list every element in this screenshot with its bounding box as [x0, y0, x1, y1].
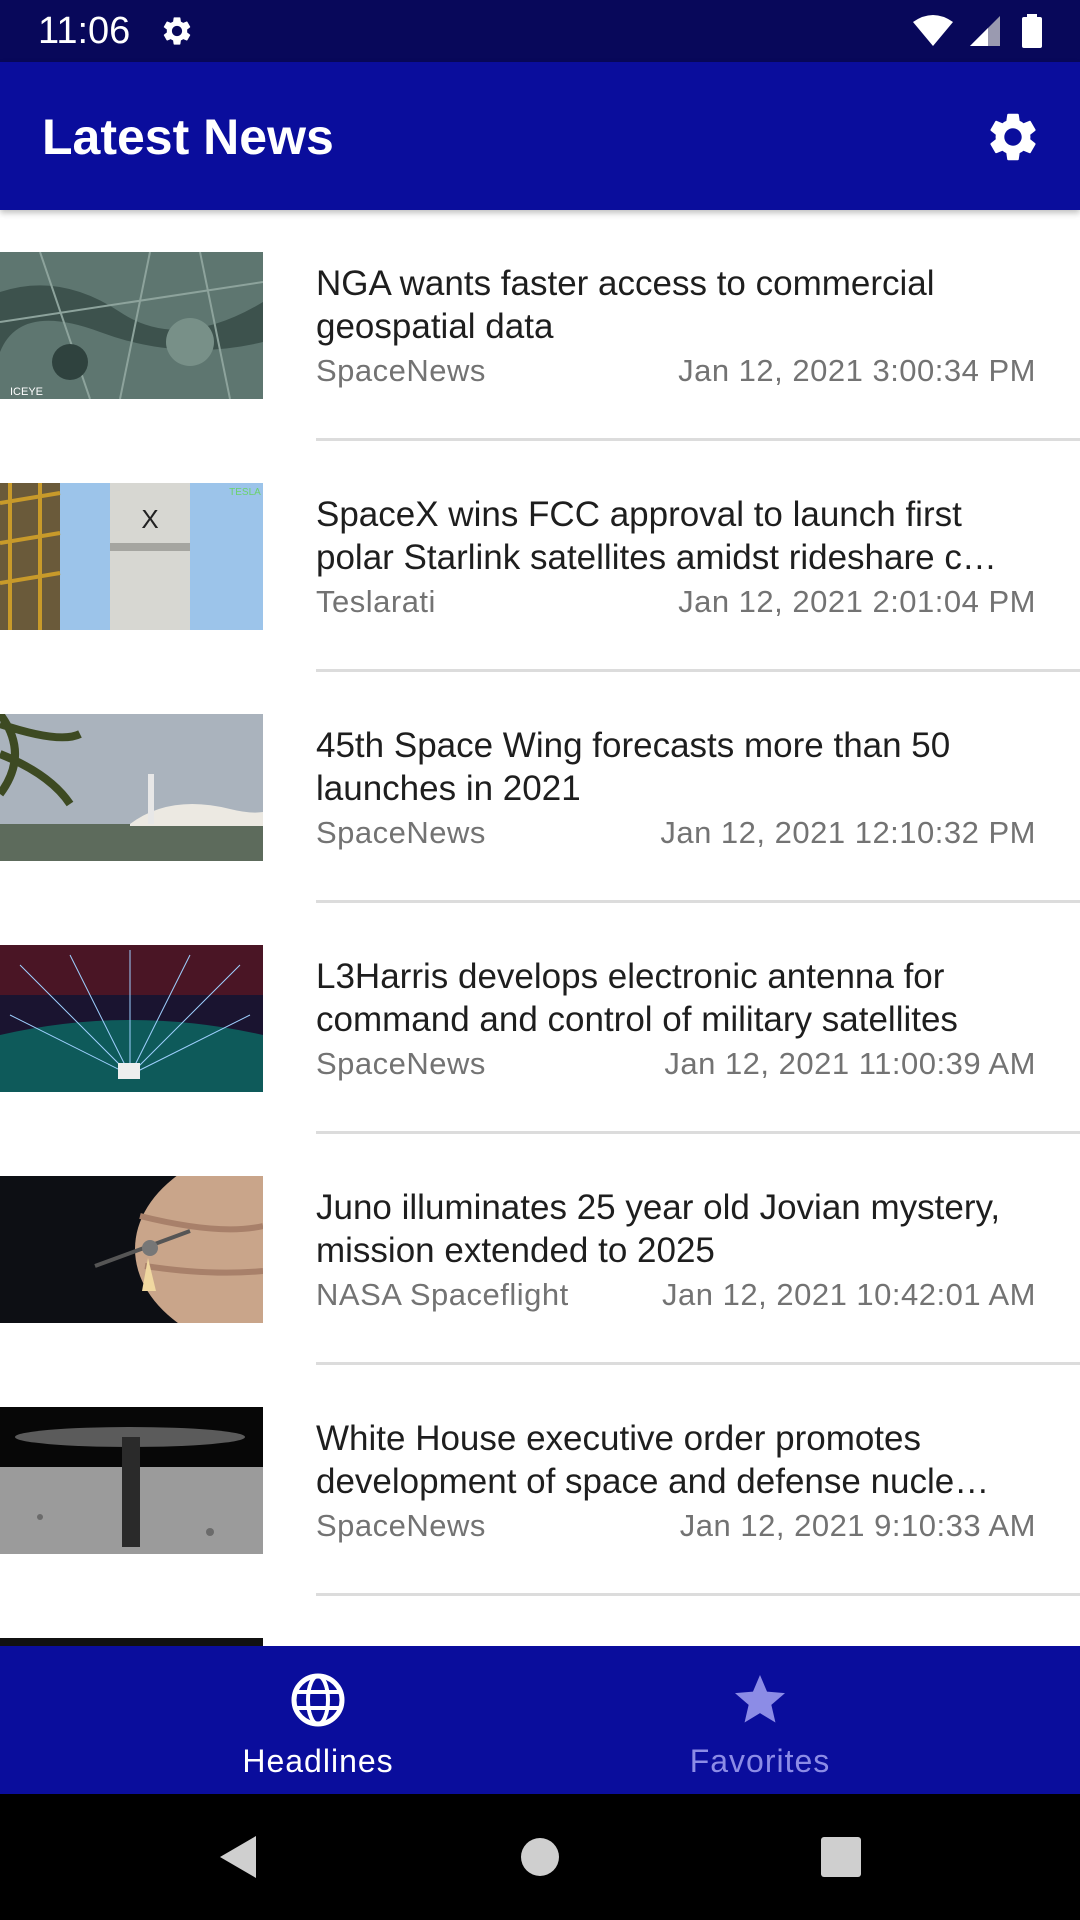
news-list-item[interactable]: 45th Space Wing forecasts more than 50 l… [0, 672, 1080, 903]
article-thumbnail: X TESLA [0, 483, 263, 630]
home-icon [521, 1838, 559, 1876]
nav-label: Favorites [689, 1743, 831, 1779]
news-list-item[interactable]: L3Harris develops electronic antenna for… [0, 903, 1080, 1134]
thumbnail-logo: ICEYE [10, 386, 43, 398]
article-title: NGA wants faster access to commercial ge… [316, 264, 935, 346]
article-source: Teslarati [316, 584, 436, 619]
article-thumbnail: ICEYE [0, 252, 263, 399]
system-navigation-bar [0, 1794, 1080, 1920]
article-title: 45th Space Wing forecasts more than 50 l… [316, 726, 951, 808]
settings-notification-icon [160, 14, 194, 48]
article-source: SpaceNews [316, 1508, 486, 1543]
news-list-item[interactable]: X TESLA SpaceX wins FCC approval to laun… [0, 441, 1080, 672]
article-date: Jan 12, 2021 12:10:32 PM [660, 815, 1036, 850]
article-thumbnail [0, 714, 263, 861]
article-date: Jan 12, 2021 3:00:34 PM [678, 353, 1036, 388]
thumbnail-logo: TESLA [229, 487, 261, 498]
news-list[interactable]: ICEYE NGA wants faster access to commerc… [0, 210, 1080, 1646]
home-button[interactable] [515, 1832, 565, 1882]
news-list-item[interactable]: Juno illuminates 25 year old Jovian myst… [0, 1134, 1080, 1365]
article-title: White House executive order promotes dev… [316, 1419, 990, 1501]
star-icon [730, 1670, 790, 1730]
gear-icon [990, 113, 1036, 161]
article-title: SpaceX wins FCC approval to launch first… [316, 495, 997, 577]
article-date: Jan 12, 2021 2:01:04 PM [678, 584, 1036, 619]
article-thumbnail-partial [0, 1638, 263, 1646]
status-bar: 11:06 [0, 0, 1080, 62]
article-thumbnail [0, 945, 263, 1092]
divider [316, 1593, 1080, 1596]
recents-icon [821, 1837, 861, 1877]
status-icons [911, 14, 1044, 48]
article-source: SpaceNews [316, 1046, 486, 1081]
news-list-item[interactable]: ICEYE NGA wants faster access to commerc… [0, 210, 1080, 441]
article-date: Jan 12, 2021 11:00:39 AM [664, 1046, 1036, 1081]
app-bar: Latest News [0, 62, 1080, 210]
article-thumbnail [0, 1407, 263, 1554]
globe-icon [288, 1670, 348, 1730]
recents-button[interactable] [816, 1832, 866, 1882]
back-button[interactable] [214, 1832, 264, 1882]
page-title: Latest News [42, 109, 334, 165]
news-list-item[interactable]: White House executive order promotes dev… [0, 1365, 1080, 1596]
article-thumbnail [0, 1176, 263, 1323]
article-source: NASA Spaceflight [316, 1277, 569, 1312]
article-source: SpaceNews [316, 353, 486, 388]
article-date: Jan 12, 2021 10:42:01 AM [662, 1277, 1036, 1312]
settings-button[interactable] [978, 102, 1048, 172]
cell-signal-icon [969, 16, 1000, 46]
back-icon [220, 1836, 256, 1878]
status-time: 11:06 [38, 10, 131, 52]
bottom-navigation: Headlines Favorites [0, 1646, 1080, 1794]
article-title: Juno illuminates 25 year old Jovian myst… [316, 1188, 1001, 1270]
nav-item-favorites[interactable]: Favorites [490, 1646, 1030, 1794]
battery-icon [1022, 14, 1042, 48]
wifi-icon [913, 15, 954, 46]
article-title: L3Harris develops electronic antenna for… [316, 957, 958, 1039]
article-source: SpaceNews [316, 815, 486, 850]
article-date: Jan 12, 2021 9:10:33 AM [679, 1508, 1036, 1543]
svg-text:X: X [141, 504, 158, 534]
